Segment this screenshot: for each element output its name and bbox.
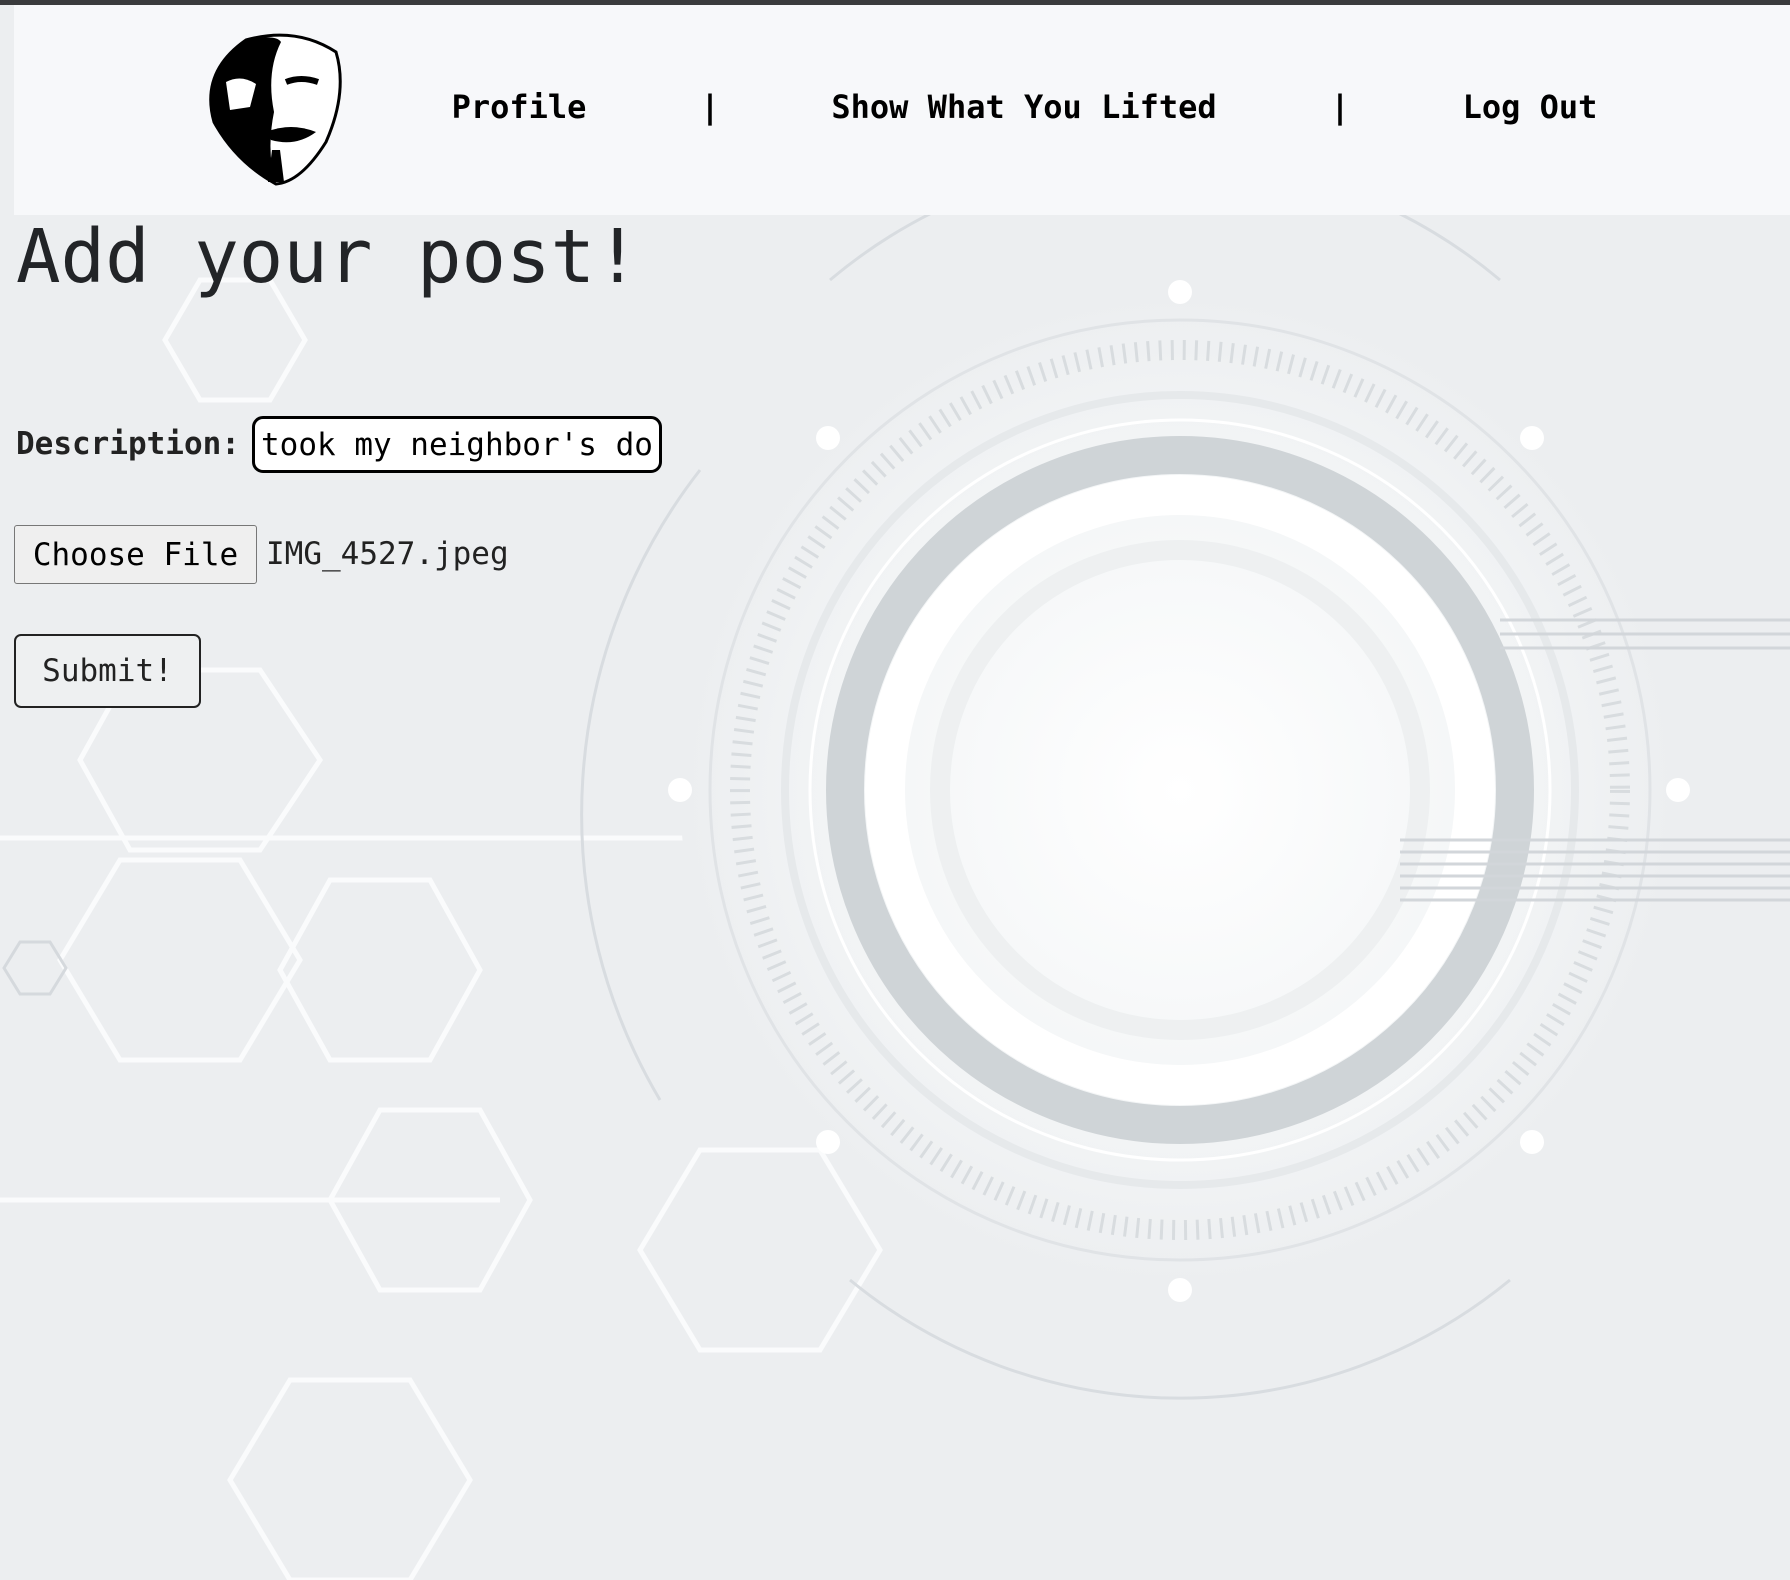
mask-logo-icon[interactable] (206, 32, 346, 187)
nav-separator: | (1330, 88, 1350, 126)
submit-button[interactable]: Submit! (14, 634, 201, 708)
nav-show-what-you-lifted-link[interactable]: Show What You Lifted (831, 88, 1216, 126)
nav-log-out-link[interactable]: Log Out (1463, 88, 1598, 126)
page-title: Add your post! (16, 214, 640, 300)
choose-file-button[interactable]: Choose File (14, 525, 257, 584)
nav-separator: | (700, 88, 720, 126)
description-input[interactable] (252, 416, 662, 473)
selected-file-name: IMG_4527.jpeg (266, 536, 509, 572)
description-label: Description: (16, 426, 240, 462)
nav-profile-link[interactable]: Profile (452, 88, 587, 126)
